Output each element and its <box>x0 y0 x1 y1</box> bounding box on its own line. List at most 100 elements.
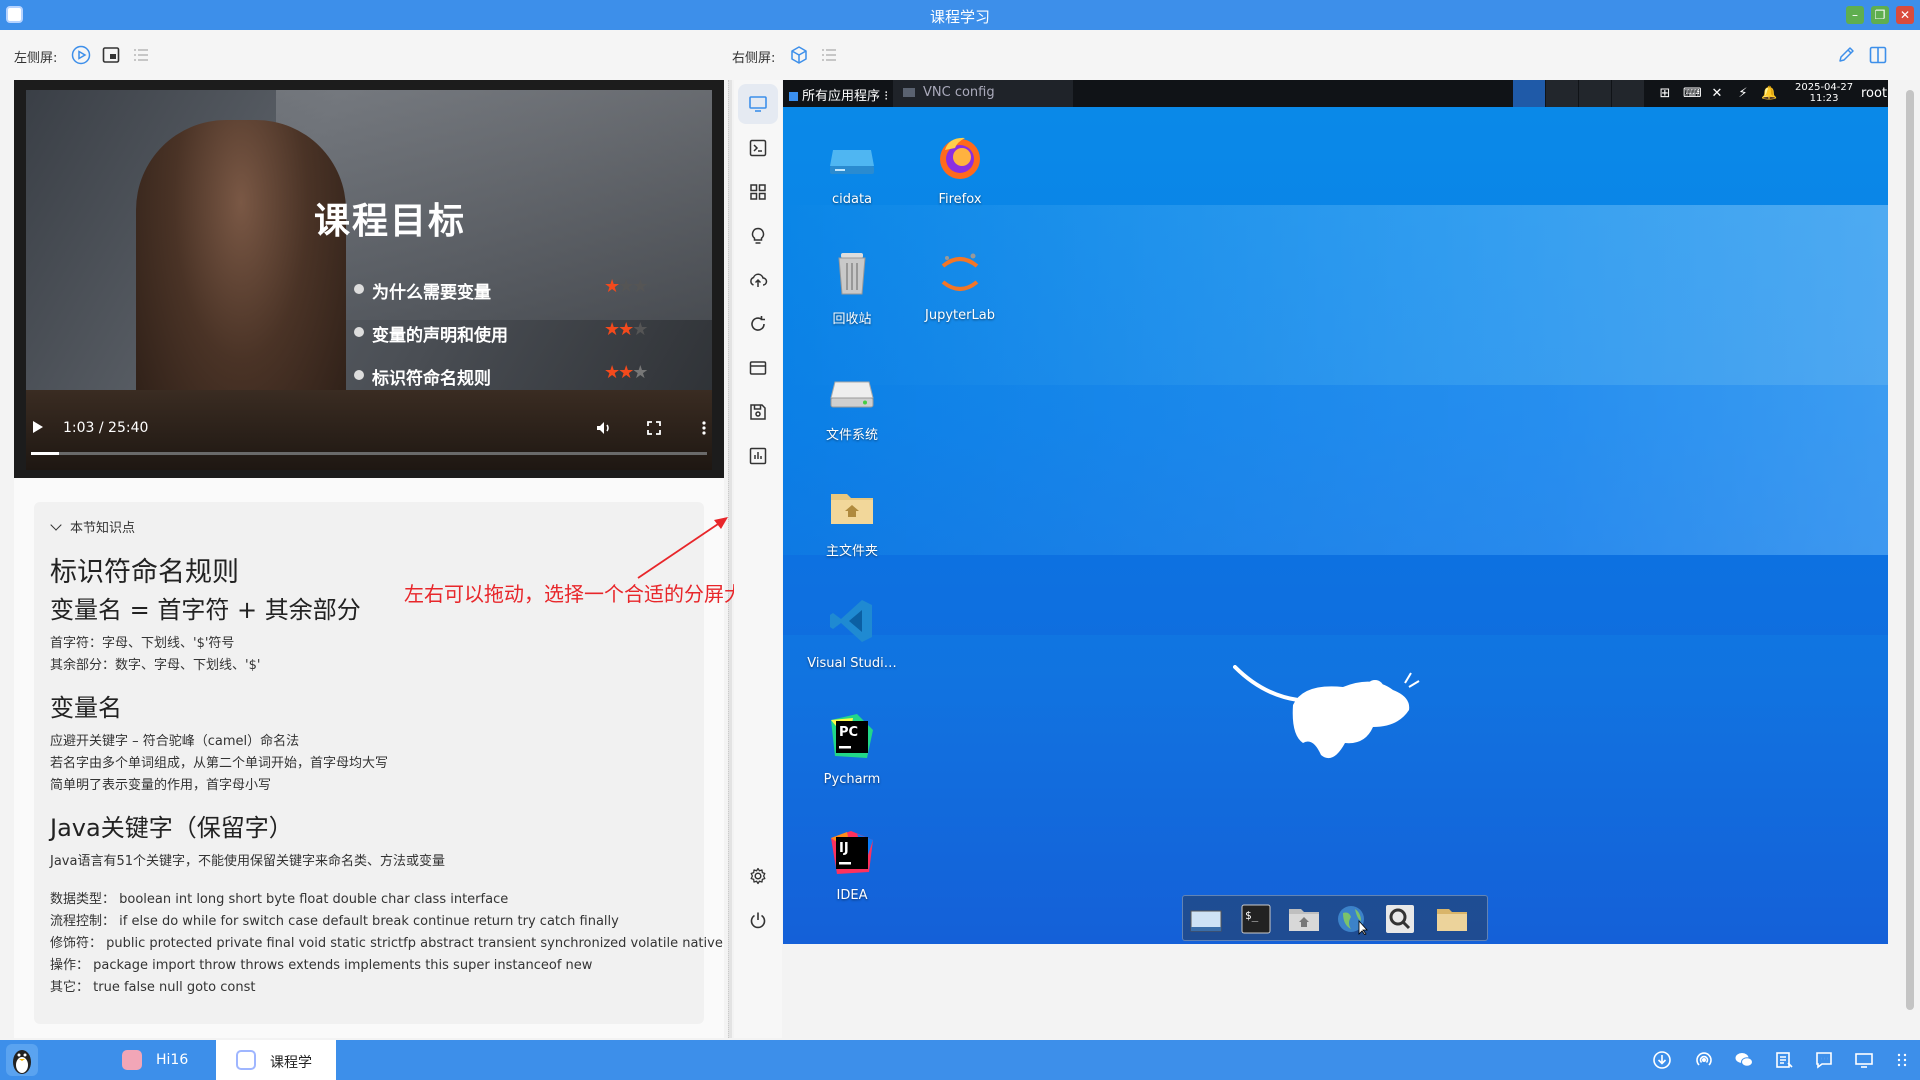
remote-desktop[interactable]: 所有应用程序 ⁝ VNC config ⊞ ⌨ ✕ ⚡ 🔔 2025-04-27… <box>783 80 1888 944</box>
hi16-app-icon <box>122 1050 142 1070</box>
folder-icon[interactable] <box>1435 903 1469 935</box>
window-title: 课程学习 <box>929 8 990 26</box>
wechat-icon[interactable] <box>1734 1050 1754 1070</box>
svg-text:$_: $_ <box>1245 909 1259 922</box>
goal-rating: ★★★ <box>604 319 648 340</box>
page-scrollbar[interactable] <box>1904 80 1916 1038</box>
slide-title: 课程目标 <box>314 201 467 242</box>
web-browser-icon[interactable] <box>1335 903 1369 936</box>
taskbar-item-course[interactable]: 课程学 <box>216 1040 336 1080</box>
video-time: 1:03 / 25:40 <box>63 420 149 436</box>
card-icon[interactable] <box>738 348 778 388</box>
desktop-icon-trash[interactable]: 回收站 <box>802 248 902 327</box>
notes-collapse-toggle[interactable]: 本节知识点 <box>50 517 135 536</box>
split-layout-icon[interactable] <box>1868 45 1888 65</box>
notes-text: Java语言有51个关键字，不能使用保留关键字来命名类、方法或变量 <box>50 854 446 869</box>
left-pane: 课程目标 为什么需要变量 ★★★ 变量的声明和使用 ★★★ 标识符命名规则 ★★… <box>14 80 724 1038</box>
workspace-4[interactable] <box>1612 80 1644 107</box>
workspace-2[interactable] <box>1546 80 1578 107</box>
xfce-mouse-logo <box>1233 665 1420 759</box>
desktop-icon-vscode[interactable]: Visual Studi… <box>802 596 902 671</box>
notes-text: 首字符：字母、下划线、'$'符号 <box>50 636 235 651</box>
left-screen-label: 左侧屏: <box>14 51 58 66</box>
more-options-icon[interactable] <box>694 418 714 438</box>
edit-pencil-icon[interactable] <box>1836 45 1856 65</box>
desktop-icon-idea[interactable]: IJ IDEA <box>802 828 902 903</box>
terminal-icon[interactable] <box>738 128 778 168</box>
volume-icon[interactable] <box>594 418 614 438</box>
workspace-3[interactable] <box>1579 80 1611 107</box>
notes-text: 流程控制： if else do while for switch case d… <box>50 914 619 929</box>
power-icon[interactable] <box>738 900 778 940</box>
display-icon[interactable] <box>1854 1050 1874 1070</box>
desktop-icon-firefox[interactable]: Firefox <box>910 132 1010 207</box>
desktop-icon-pycharm[interactable]: PC Pycharm <box>802 712 902 787</box>
notification-bell-icon[interactable]: 🔔 <box>1761 86 1777 102</box>
video-play-icon[interactable] <box>71 45 91 65</box>
taskbar-item-hi16[interactable]: Hi16 <box>106 1040 216 1080</box>
applications-menu[interactable]: 所有应用程序 ⁝ <box>789 85 888 104</box>
panel-clock[interactable]: 2025-04-27 11:23 <box>1795 82 1853 104</box>
desktop-monitor-icon[interactable] <box>738 84 778 124</box>
xfce-dock: $_ <box>1182 895 1488 941</box>
video-progress-bar[interactable] <box>31 452 707 455</box>
refresh-icon[interactable] <box>738 304 778 344</box>
cloud-upload-icon[interactable] <box>738 260 778 300</box>
workspace-1[interactable] <box>1513 80 1545 107</box>
start-menu-penguin-icon[interactable] <box>6 1044 38 1076</box>
svg-text:IJ: IJ <box>839 841 849 856</box>
notes-panel-icon[interactable] <box>101 45 121 65</box>
notes-heading: 变量名 = 首字符 + 其余部分 <box>50 596 361 624</box>
apps-grid-icon[interactable] <box>738 172 778 212</box>
more-tray-icon[interactable] <box>1892 1050 1907 1070</box>
window-titlebar: 课程学习 – ❐ ✕ <box>0 0 1920 30</box>
terminal-app-icon[interactable]: $_ <box>1239 903 1273 935</box>
search-icon[interactable] <box>1383 903 1417 935</box>
close-button[interactable]: ✕ <box>1896 6 1914 24</box>
pycharm-icon: PC <box>827 712 877 762</box>
mute-icon[interactable]: ✕ <box>1709 86 1725 102</box>
keyboard-icon[interactable]: ⌨ <box>1683 86 1702 102</box>
right-screen-label: 右侧屏: <box>732 51 776 66</box>
annotation-text: 左右可以拖动，选择一个合适的分屏大小 <box>404 582 764 606</box>
xfce-top-panel: 所有应用程序 ⁝ VNC config ⊞ ⌨ ✕ ⚡ 🔔 2025-04-27… <box>783 80 1888 107</box>
maximize-button[interactable]: ❐ <box>1871 6 1889 24</box>
notes-text: 数据类型： boolean int long short byte float … <box>50 892 509 907</box>
vscode-icon <box>827 596 877 646</box>
notes-text: 修饰符： public protected private final void… <box>50 936 723 951</box>
notes-text: 操作： package import throw throws extends … <box>50 958 593 973</box>
goal-item: 变量的声明和使用 <box>354 321 508 346</box>
message-icon[interactable] <box>1814 1050 1834 1070</box>
notes-text: 其余部分：数字、字母、下划线、'$' <box>50 658 261 673</box>
settings-gear-icon[interactable] <box>738 856 778 896</box>
panel-user[interactable]: root <box>1861 86 1887 101</box>
notes-heading: Java关键字（保留字） <box>50 814 293 842</box>
cube-icon[interactable] <box>789 45 809 65</box>
document-icon[interactable] <box>1774 1050 1794 1070</box>
lightbulb-icon[interactable] <box>738 216 778 256</box>
save-icon[interactable] <box>738 392 778 432</box>
taskbar-window-vnc-config[interactable]: VNC config <box>893 80 1073 107</box>
network-icon[interactable]: ⊞ <box>1657 86 1673 102</box>
download-icon[interactable] <box>1652 1050 1672 1070</box>
notes-text: 应避开关键字 – 符合驼峰（camel）命名法 <box>50 734 300 749</box>
video-player[interactable]: 课程目标 为什么需要变量 ★★★ 变量的声明和使用 ★★★ 标识符命名规则 ★★… <box>14 80 724 478</box>
goal-rating: ★★★ <box>604 276 648 297</box>
play-button[interactable] <box>33 421 43 433</box>
power-manager-icon[interactable]: ⚡ <box>1735 86 1751 102</box>
file-manager-icon[interactable] <box>1287 903 1321 935</box>
show-desktop-icon[interactable] <box>1189 903 1223 935</box>
desktop-icon-home[interactable]: 主文件夹 <box>802 480 902 559</box>
xfce-logo-icon <box>789 92 798 101</box>
desktop-icon-filesystem[interactable]: 文件系统 <box>802 364 902 443</box>
hotspot-icon[interactable] <box>1694 1050 1714 1070</box>
fullscreen-icon[interactable] <box>644 418 664 438</box>
list-icon[interactable] <box>131 45 151 65</box>
notes-text: 简单明了表示变量的作用，首字母小写 <box>50 778 272 793</box>
minimize-button[interactable]: – <box>1846 6 1864 24</box>
desktop-icon-jupyterlab[interactable]: JupyterLab <box>910 248 1010 323</box>
course-app-icon <box>236 1050 256 1070</box>
chart-icon[interactable] <box>738 436 778 476</box>
right-list-icon[interactable] <box>819 45 839 65</box>
desktop-icon-cidata[interactable]: cidata <box>802 132 902 207</box>
